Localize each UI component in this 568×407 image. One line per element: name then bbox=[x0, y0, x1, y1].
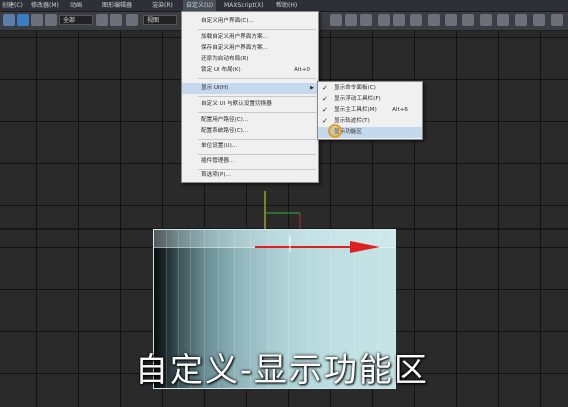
checkmark-icon: ✓ bbox=[322, 117, 328, 125]
video-caption: 自定义-显示功能区 bbox=[135, 350, 429, 389]
selection-filter-dropdown[interactable]: 全部 bbox=[59, 15, 93, 25]
material-editor-icon[interactable] bbox=[462, 14, 474, 26]
menu-item-system-paths[interactable]: 配置系统路径(C)... bbox=[182, 126, 318, 137]
rotate-icon[interactable] bbox=[31, 14, 43, 26]
curve-editor-icon[interactable] bbox=[428, 14, 440, 26]
submenu-item-main-toolbar[interactable]: ✓ 显示主工具栏(M) Alt+6 bbox=[318, 105, 422, 116]
menu-separator bbox=[198, 96, 316, 97]
menu-separator bbox=[198, 78, 316, 79]
angle-snap-icon[interactable] bbox=[345, 14, 357, 26]
menu-separator bbox=[198, 139, 316, 140]
rendered-frame-icon[interactable] bbox=[497, 14, 509, 26]
menu-item-save-ui-scheme[interactable]: 保存自定义用户界面方案... bbox=[182, 43, 318, 54]
select-move-icon[interactable] bbox=[17, 14, 29, 26]
undo-icon[interactable] bbox=[3, 14, 15, 26]
menu-customize[interactable]: 自定义(U) bbox=[183, 0, 217, 11]
menu-item-lock-ui-layout[interactable]: 锁定 UI 布局(K) Alt+0 bbox=[182, 65, 318, 76]
scale-icon[interactable] bbox=[45, 14, 57, 26]
menu-maxscript[interactable]: MAXScript(X) bbox=[224, 0, 264, 11]
submenu-item-command-panel[interactable]: ✓ 显示命令面板(C) bbox=[318, 83, 422, 94]
submenu-arrow-icon: ▶ bbox=[310, 85, 314, 91]
menu-help[interactable]: 帮助(H) bbox=[276, 0, 297, 11]
select-region-icon[interactable] bbox=[96, 14, 108, 26]
menu-item-customize-ui[interactable]: 自定义用户界面(C)... bbox=[182, 16, 318, 27]
menu-create[interactable]: 创建(C) bbox=[2, 0, 23, 11]
menu-rendering[interactable]: 渲染(R) bbox=[152, 0, 173, 11]
menu-item-plugin-manager[interactable]: 插件管理器... bbox=[182, 156, 318, 167]
menu-item-show-ui[interactable]: 显示 UI(H) ▶ bbox=[182, 83, 318, 94]
reference-coordinate-dropdown[interactable]: 视图 bbox=[143, 15, 177, 25]
render-icon[interactable] bbox=[515, 14, 527, 26]
window-crossing-icon[interactable] bbox=[110, 14, 122, 26]
layer-manager-icon[interactable] bbox=[410, 14, 422, 26]
cylinder-top-face bbox=[153, 229, 396, 248]
teapot-icon[interactable] bbox=[551, 14, 563, 26]
percent-snap-icon[interactable] bbox=[360, 14, 372, 26]
menu-item-user-paths[interactable]: 配置用户路径(C)... bbox=[182, 115, 318, 126]
submenu-item-floating-toolbars[interactable]: ✓ 显示浮动工具栏(F) bbox=[318, 94, 422, 105]
menu-modifiers[interactable]: 修改器(M) bbox=[31, 0, 59, 11]
render-production-icon[interactable] bbox=[533, 14, 545, 26]
menu-animation[interactable]: 动画 bbox=[70, 0, 82, 11]
align-icon[interactable] bbox=[393, 14, 405, 26]
menu-item-load-ui-scheme[interactable]: 加载自定义用户界面方案... bbox=[182, 32, 318, 43]
menu-separator bbox=[198, 112, 316, 113]
render-setup-icon[interactable] bbox=[480, 14, 492, 26]
menu-graph-editors[interactable]: 图形编辑器 bbox=[102, 0, 132, 11]
checkmark-icon: ✓ bbox=[322, 84, 328, 92]
mirror-icon[interactable] bbox=[378, 14, 390, 26]
menu-item-revert-layout[interactable]: 还原为启动布局(R) bbox=[182, 54, 318, 65]
customize-menu: 自定义用户界面(C)... 加载自定义用户界面方案... 保存自定义用户界面方案… bbox=[181, 11, 319, 183]
checkmark-icon: ✓ bbox=[322, 106, 328, 114]
menu-item-units-setup[interactable]: 单位设置(U)... bbox=[182, 141, 318, 152]
menu-separator bbox=[198, 29, 316, 30]
menu-item-ui-switcher[interactable]: 自定义 UI 与默认设置切换器 bbox=[182, 99, 318, 110]
mouse-cursor-highlight-icon bbox=[328, 124, 342, 138]
select-object-icon[interactable] bbox=[126, 14, 138, 26]
menu-item-preferences[interactable]: 首选项(P)... bbox=[182, 170, 318, 181]
menu-separator bbox=[198, 154, 316, 155]
checkmark-icon: ✓ bbox=[322, 95, 328, 103]
schematic-view-icon[interactable] bbox=[445, 14, 457, 26]
snap-icon[interactable] bbox=[330, 14, 342, 26]
